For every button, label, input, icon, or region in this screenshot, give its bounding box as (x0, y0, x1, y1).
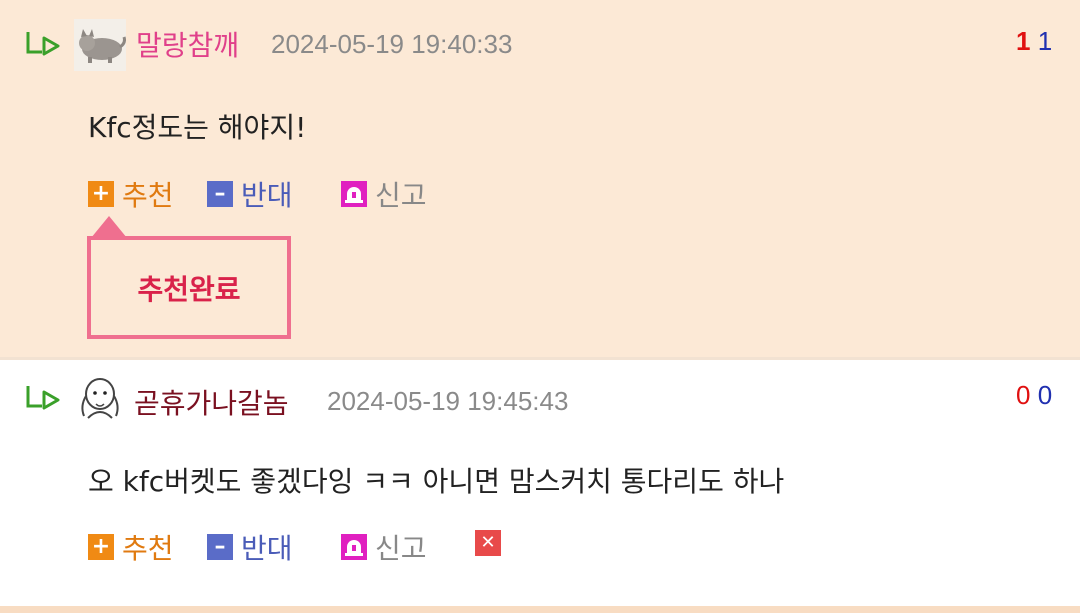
minus-icon: – (207, 181, 233, 207)
comment-body: Kfc정도는 해야지! (88, 111, 307, 144)
comment-author[interactable]: 말랑참깨 (136, 24, 239, 64)
upvote-count: 1 (1016, 26, 1031, 56)
upvote-count: 0 (1016, 380, 1031, 410)
tooltip-text: 추천완료 (137, 272, 241, 306)
plus-icon: + (88, 181, 114, 207)
oppose-label: 반대 (241, 179, 293, 212)
recommend-complete-tooltip: 추천완료 (87, 236, 291, 339)
vote-counts: 1 1 (1016, 26, 1052, 57)
comment-date: 2024-05-19 19:40:33 (271, 29, 513, 59)
comment-item: 말랑참깨 2024-05-19 19:40:33 1 1 Kfc정도는 해야지!… (0, 0, 1080, 357)
downvote-count: 1 (1037, 26, 1053, 56)
comment-author[interactable]: 곧휴가나갈놈 (134, 382, 289, 422)
oppose-button[interactable]: – 반대 (207, 174, 293, 214)
close-icon: ✕ (475, 530, 501, 556)
recommend-button[interactable]: + 추천 (88, 527, 174, 567)
report-button[interactable]: 신고 (341, 527, 427, 567)
recommend-label: 추천 (122, 532, 174, 565)
report-label: 신고 (375, 532, 427, 565)
report-label: 신고 (375, 179, 427, 212)
delete-button[interactable]: ✕ (475, 530, 501, 556)
reply-arrow-icon (26, 32, 60, 56)
oppose-button[interactable]: – 반대 (207, 527, 293, 567)
tooltip-pointer (91, 216, 127, 238)
siren-icon (341, 181, 367, 207)
oppose-label: 반대 (241, 532, 293, 565)
comment-item: 곧휴가나갈놈 2024-05-19 19:45:43 0 0 오 kfc버켓도 … (0, 357, 1080, 609)
comment-body: 오 kfc버켓도 좋겠다잉 ㅋㅋ 아니면 맘스커치 통다리도 하나 (88, 465, 785, 498)
downvote-count: 0 (1037, 380, 1053, 410)
siren-icon (341, 534, 367, 560)
recommend-label: 추천 (122, 179, 174, 212)
recommend-button[interactable]: + 추천 (88, 174, 174, 214)
comment-date: 2024-05-19 19:45:43 (327, 386, 569, 416)
report-button[interactable]: 신고 (341, 174, 427, 214)
minus-icon: – (207, 534, 233, 560)
reply-arrow-icon (26, 386, 60, 410)
plus-icon: + (88, 534, 114, 560)
sketch-avatar-icon (74, 374, 126, 426)
next-comment-edge (0, 606, 1080, 613)
cat-avatar-icon (74, 19, 126, 71)
vote-counts: 0 0 (1016, 380, 1052, 411)
